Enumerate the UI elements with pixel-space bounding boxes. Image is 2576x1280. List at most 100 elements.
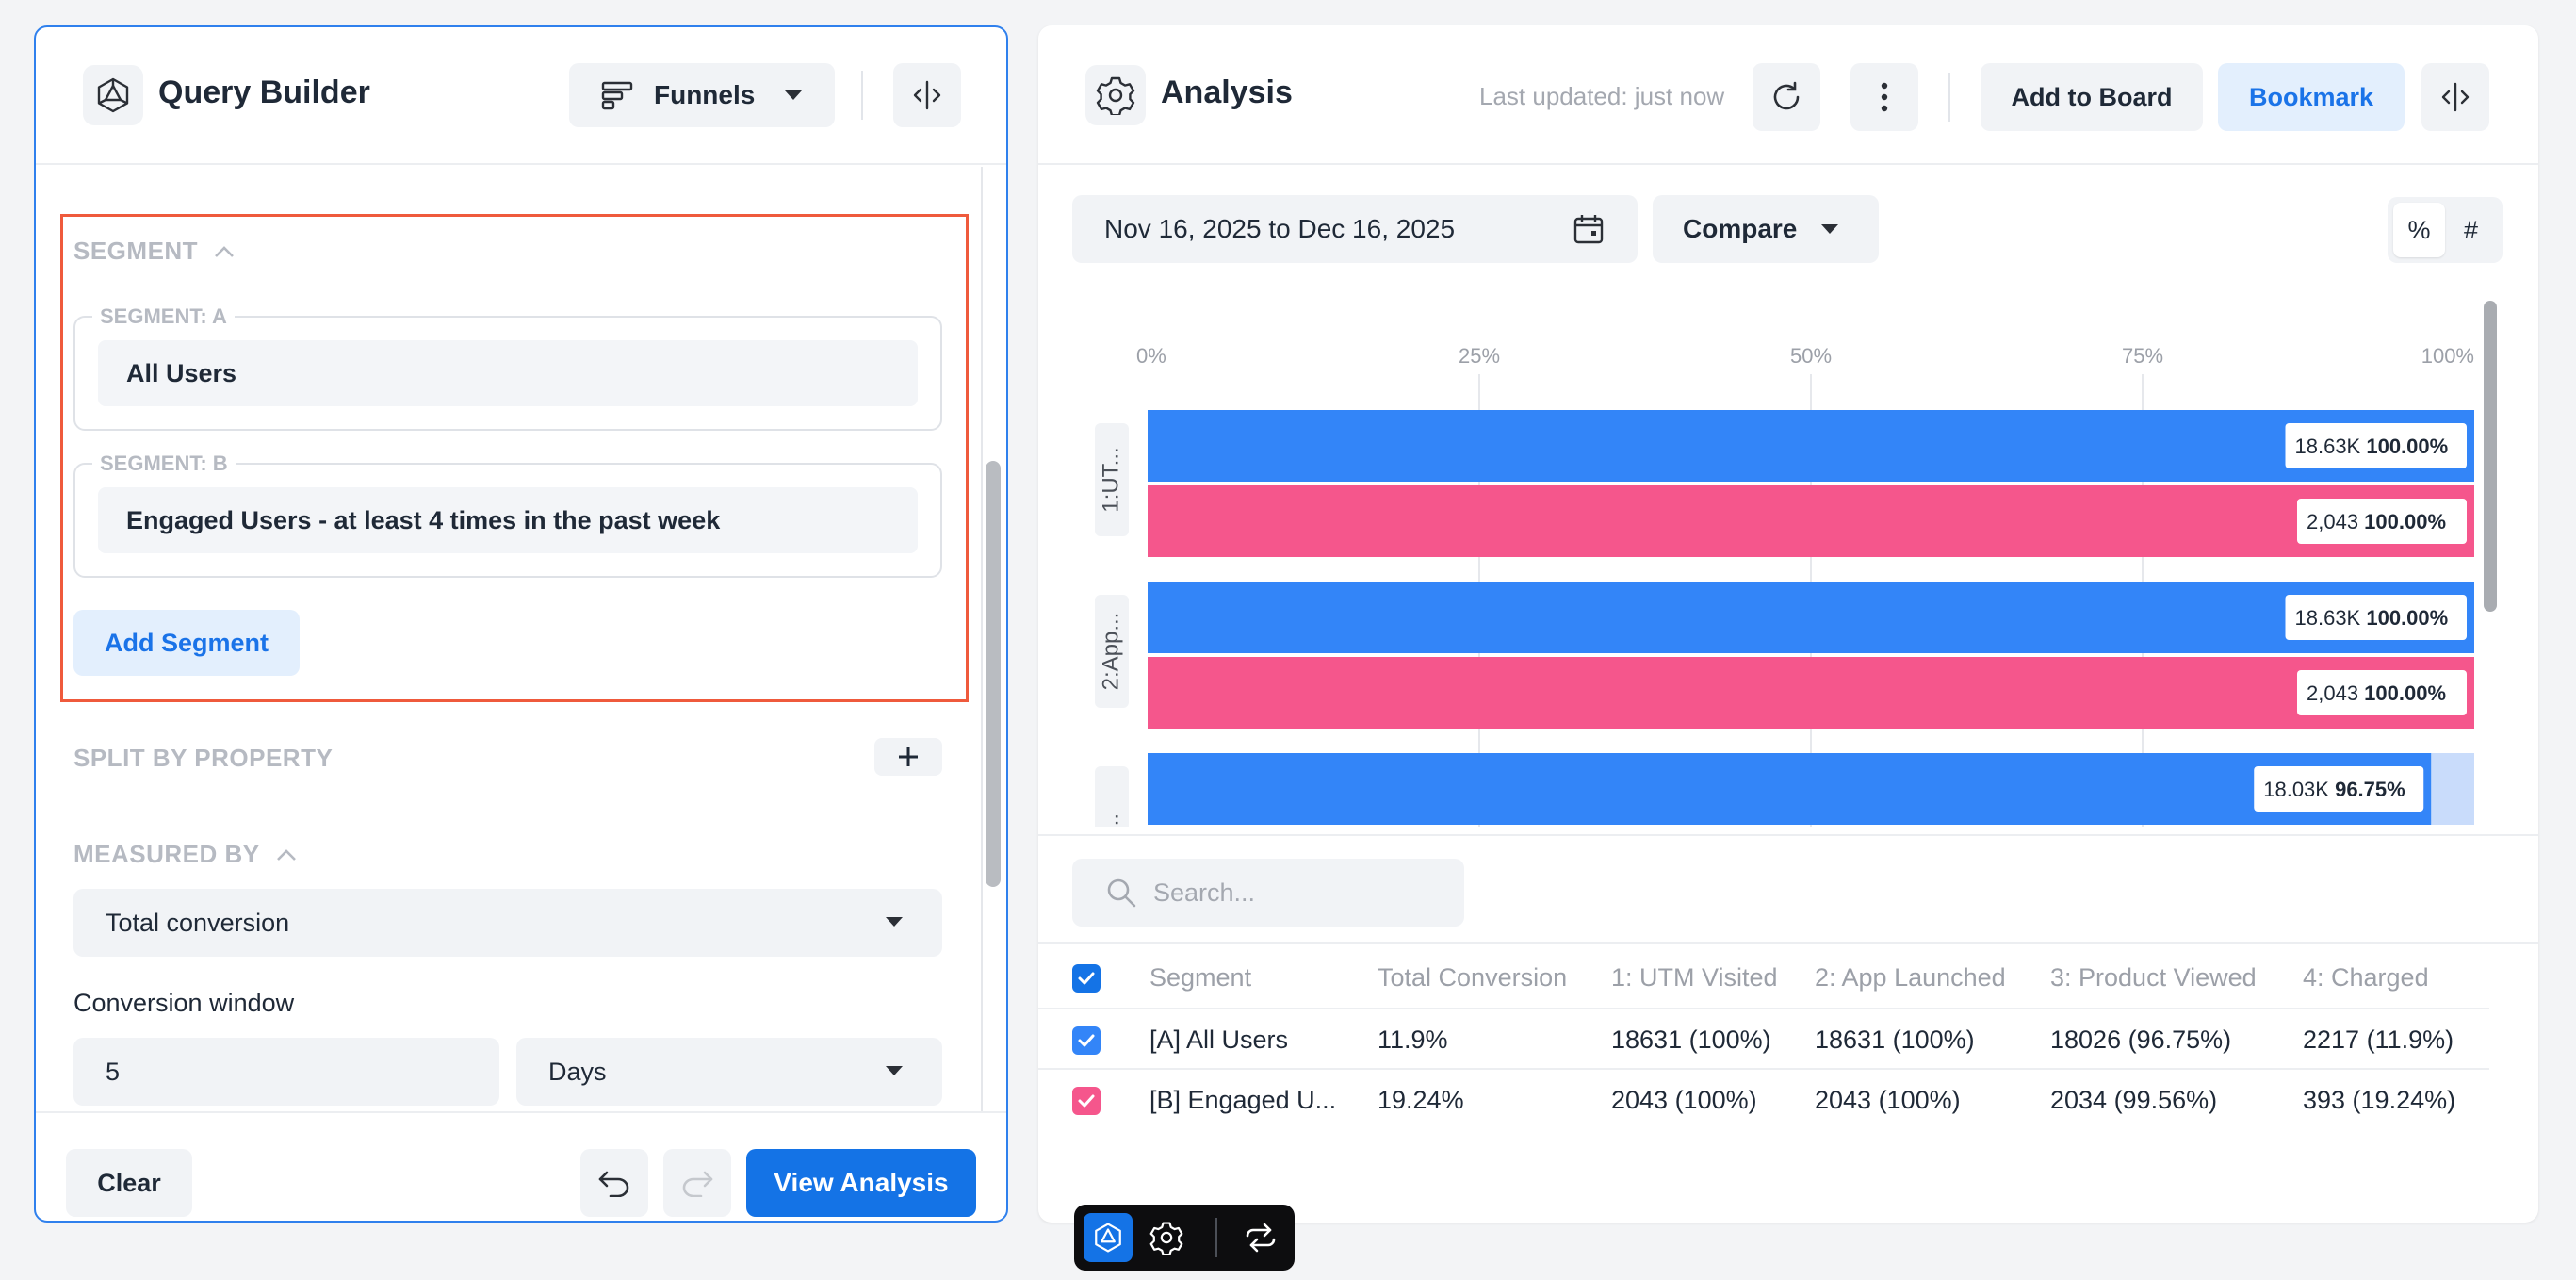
table-row[interactable]: [A] All Users 11.9% 18631 (100%) 18631 (… [1038,1009,2489,1070]
funnel-bar [1148,753,2432,825]
table-cell: 19.24% [1378,1085,1464,1114]
add-to-board-button[interactable]: Add to Board [1981,63,2203,131]
funnel-bar [1148,657,2474,729]
last-updated-text: Last updated: just now [1479,82,1725,110]
segment-value[interactable]: All Users [98,340,918,406]
header-divider [861,71,863,120]
split-view-icon [2441,82,2470,112]
header-divider [1948,73,1950,122]
table-row[interactable]: [B] Engaged U... 19.24% 2043 (100%) 2043… [1038,1070,2489,1130]
chart-table-divider [1038,834,2538,836]
chevron-down-icon [886,917,903,927]
table-top-divider [1038,942,2538,944]
check-icon [1078,1094,1095,1108]
data-label-count: 18.63K [2295,435,2367,458]
report-type-label: Funnels [654,80,756,109]
count-toggle[interactable]: # [2445,203,2497,257]
chevron-up-icon [215,245,234,257]
conversion-window-unit-select[interactable]: Days [516,1038,942,1106]
chevron-down-icon [785,90,803,100]
category-label: 2:App... [1098,613,1123,691]
dock-swap-button[interactable] [1236,1213,1285,1262]
table-cell: 18631 (100%) [1611,1025,1771,1054]
data-label-percent: 100.00% [2366,606,2448,630]
chart-scrollbar[interactable] [2484,301,2497,612]
gear-icon [1149,1222,1183,1255]
panel-scrollbar[interactable] [986,461,1001,887]
redo-button[interactable] [663,1149,731,1217]
refresh-icon [1773,81,1800,110]
clear-button[interactable]: Clear [66,1149,192,1217]
column-header[interactable]: 3: Product Viewed [2050,947,2257,1008]
table-cell: 2043 (100%) [1611,1085,1757,1114]
compare-dropdown[interactable]: Compare [1653,195,1879,263]
segment-section-header[interactable]: SEGMENT [73,237,236,266]
dock-query-builder-button[interactable] [1084,1213,1133,1262]
table-cell: 18631 (100%) [1815,1025,1975,1054]
data-label: 18.63K 100.00% [2295,606,2449,630]
add-split-button[interactable] [874,738,942,776]
column-header[interactable]: 2: App Launched [1815,947,2006,1008]
table-cell: 2217 (11.9%) [2303,1025,2454,1054]
conversion-window-input[interactable]: 5 [73,1038,499,1106]
data-label-percent: 96.75% [2335,778,2405,801]
split-by-property-label: SPLIT BY PROPERTY [73,744,334,772]
column-header[interactable]: Total Conversion [1378,947,1567,1008]
undo-button[interactable] [580,1149,648,1217]
date-range-picker[interactable]: Nov 16, 2025 to Dec 16, 2025 [1072,195,1638,263]
data-label-count: 2,043 [2307,681,2364,705]
search-input[interactable] [1153,878,1455,908]
expand-panel-button[interactable] [2421,63,2489,131]
undo-icon [598,1171,629,1197]
refresh-button[interactable] [1753,63,1820,131]
query-builder-header: Query Builder Funnels [36,27,1006,165]
table-search[interactable] [1072,859,1464,927]
segment-card-a[interactable]: SEGMENT: A All Users [73,304,942,431]
query-builder-footer: Clear View Analysis [36,1111,1006,1221]
query-builder-panel: Query Builder Funnels SEGMENT SEGMENT: A… [34,25,1008,1223]
data-label-count: 2,043 [2307,510,2364,533]
view-analysis-button[interactable]: View Analysis [746,1149,976,1217]
query-builder-title: Query Builder [158,74,370,110]
x-tick-label: 50% [1790,344,1832,368]
x-tick-label: 0% [1136,344,1166,368]
check-icon [1078,1034,1095,1047]
more-options-button[interactable] [1850,63,1918,131]
value-mode-toggle: % # [2388,197,2503,263]
column-header[interactable]: 4: Charged [2303,947,2429,1008]
bottom-dock [1074,1205,1295,1271]
measured-by-header[interactable]: MEASURED BY [73,840,298,869]
funnel-bar [1148,582,2474,653]
segment-value[interactable]: Engaged Users - at least 4 times in the … [98,487,918,553]
data-label: 18.63K 100.00% [2295,435,2449,458]
panel-scrollbar-track [981,167,983,1111]
row-checkbox[interactable] [1072,1087,1101,1115]
collapse-panel-button[interactable] [893,63,961,127]
redo-icon [682,1171,713,1197]
funnel-bar [1148,485,2474,557]
dropoff-bar [2431,753,2474,825]
report-type-dropdown[interactable]: Funnels [569,63,835,127]
funnel-chart: 0% 25% 50% 75% 100% 1:UT... 18.63K 100.00% 2,04… [1038,299,2538,827]
check-icon [1078,972,1095,985]
data-label: 2,043 100.00% [2307,681,2446,705]
column-header[interactable]: Segment [1149,947,1251,1008]
segment-card-b[interactable]: SEGMENT: B Engaged Users - at least 4 ti… [73,451,942,578]
funnel-bar [1148,410,2474,482]
percent-toggle[interactable]: % [2393,203,2445,257]
dock-analysis-button[interactable] [1142,1213,1191,1262]
chevron-down-icon [886,1066,903,1075]
chevron-down-icon [1821,224,1839,234]
measured-by-select[interactable]: Total conversion [73,889,942,957]
row-checkbox[interactable] [1072,1026,1101,1055]
chevron-up-icon [276,848,296,861]
table-cell: 393 (19.24%) [2303,1085,2456,1114]
split-view-icon [913,80,941,110]
column-header[interactable]: 1: UTM Visited [1611,947,1778,1008]
bookmark-button[interactable]: Bookmark [2218,63,2405,131]
select-all-checkbox[interactable] [1072,964,1101,993]
analysis-icon [1085,65,1146,125]
analysis-panel: Analysis Last updated: just now Add to B… [1038,25,2538,1223]
add-segment-button[interactable]: Add Segment [73,610,300,676]
analysis-title: Analysis [1161,74,1293,110]
